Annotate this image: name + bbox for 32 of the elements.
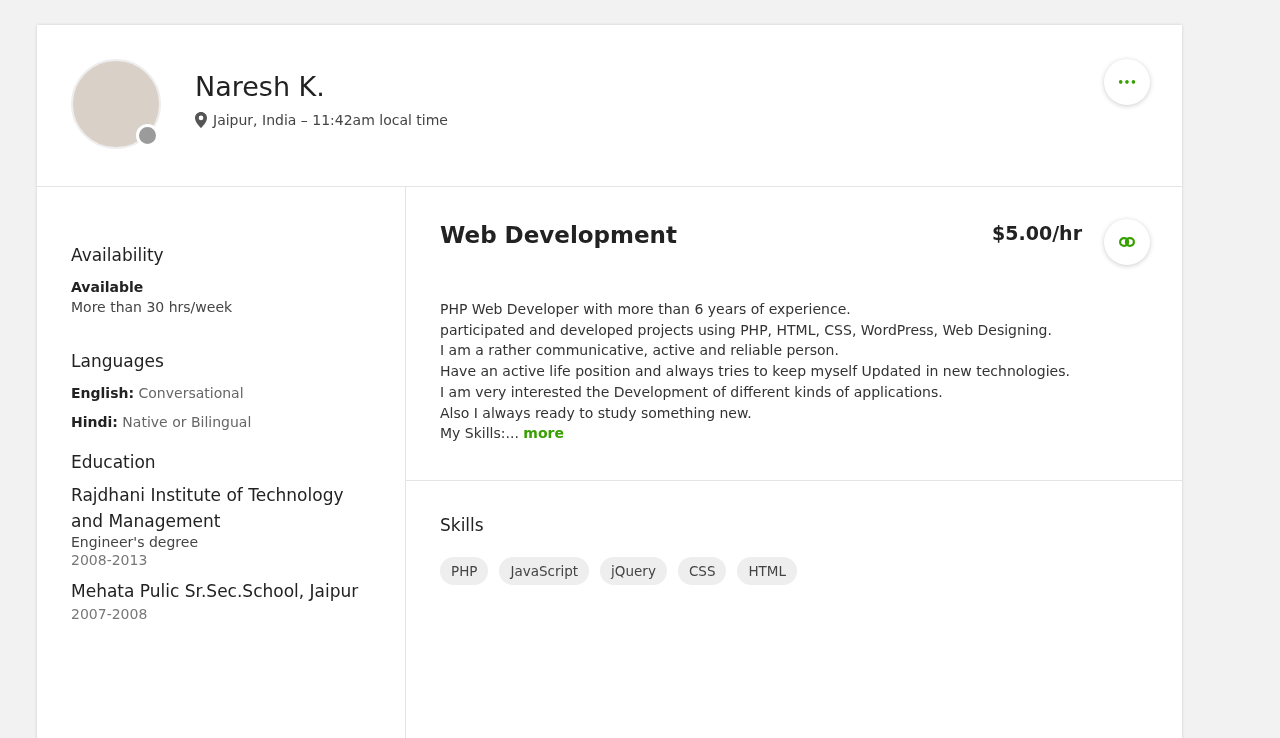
description-line: Also I always ready to study something new. — [440, 403, 753, 423]
degree-text: Engineer's degree — [71, 534, 199, 550]
description-line: Have an active life position and always tries to keep myself Updated in new technologies. — [440, 362, 1071, 382]
description-line: participated and developed projects using PHP, HTML, CSS, WordPress, Web Designing. — [440, 320, 1053, 340]
location-text: Jaipur, India – 11:42am local time — [213, 112, 448, 128]
skill-tag[interactable]: CSS — [677, 556, 727, 585]
job-title: Web Development — [440, 222, 678, 248]
freelancer-name: Naresh K. — [195, 71, 326, 102]
skill-tag[interactable]: JavaScript — [499, 556, 590, 585]
section-heading: Skills — [440, 514, 485, 535]
section-heading: Availability — [71, 245, 165, 265]
availability-status: Available — [71, 279, 145, 295]
link-icon — [1119, 237, 1135, 247]
hourly-rate: $5.00/hr — [992, 222, 1082, 244]
school-name: Mehata Pulic Sr.Sec.School, Jaipur — [71, 580, 360, 603]
skill-tag[interactable]: PHP — [440, 556, 489, 585]
link-button[interactable] — [1104, 219, 1150, 265]
section-heading: Languages — [71, 351, 165, 371]
skill-tag[interactable]: HTML — [737, 556, 798, 585]
description-line: I am very interested the Development of different kinds of applications. — [440, 382, 944, 402]
availability-hours: More than 30 hrs/week — [71, 299, 234, 315]
education-years: 2008-2013 — [71, 552, 149, 568]
education-years: 2007-2008 — [71, 606, 149, 622]
language-entry: English: Conversational — [71, 385, 245, 401]
description-line: PHP Web Developer with more than 6 years of experience. — [440, 300, 852, 319]
language-entry: Hindi: Native or Bilingual — [71, 414, 253, 430]
section-heading: Education — [71, 452, 157, 472]
description-line: I am a rather communicative, active and reliable person. — [440, 341, 840, 361]
location-pin-icon — [195, 112, 207, 128]
description-line: My Skills:... — [440, 425, 519, 442]
skill-tag[interactable]: jQuery — [600, 556, 667, 585]
school-name: Rajdhani Institute of Technology and Management — [71, 484, 345, 533]
